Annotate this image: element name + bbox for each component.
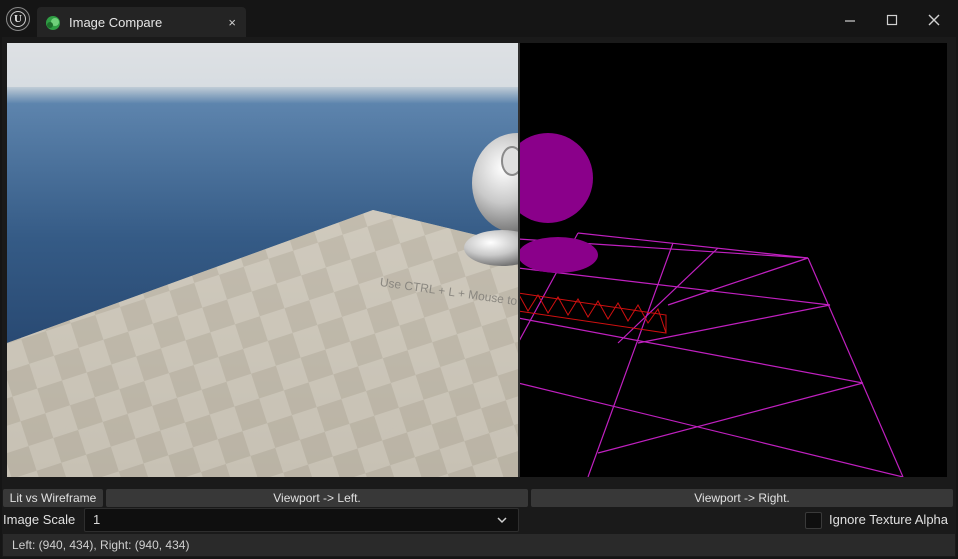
tab-image-compare[interactable]: Image Compare × xyxy=(37,7,246,38)
maximize-button[interactable] xyxy=(877,8,907,32)
minimize-icon xyxy=(845,20,855,22)
left-lit-image xyxy=(7,43,518,477)
close-window-button[interactable] xyxy=(919,8,949,32)
maximize-icon xyxy=(886,14,898,26)
chevron-down-icon xyxy=(497,517,507,524)
logo-glyph: U xyxy=(14,13,22,25)
image-scale-value: 1 xyxy=(93,512,101,527)
unreal-logo-icon[interactable]: U xyxy=(6,7,30,31)
ignore-texture-alpha-checkbox[interactable] xyxy=(805,512,822,529)
compare-buttons-row: Lit vs Wireframe Viewport -> Left. Viewp… xyxy=(0,489,958,507)
right-wireframe-image xyxy=(518,43,947,477)
viewport-right-button[interactable]: Viewport -> Right. xyxy=(531,489,953,507)
status-bar: Left: (940, 434), Right: (940, 434) xyxy=(3,534,955,556)
compare-divider[interactable] xyxy=(518,43,520,477)
tab-title: Image Compare xyxy=(69,15,163,30)
status-text: Left: (940, 434), Right: (940, 434) xyxy=(12,538,190,552)
viewport-left-button[interactable]: Viewport -> Left. xyxy=(106,489,528,507)
image-scale-row: Image Scale 1 Ignore Texture Alpha xyxy=(0,508,958,532)
image-compare-viewport[interactable]: Use CTRL + L + Mouse to xyxy=(7,43,947,477)
minimize-button[interactable] xyxy=(835,8,865,32)
image-scale-label: Image Scale xyxy=(3,512,76,527)
ignore-texture-alpha-label: Ignore Texture Alpha xyxy=(829,512,949,527)
image-compare-icon xyxy=(46,16,60,30)
tab-close-icon[interactable]: × xyxy=(228,7,236,38)
image-scale-dropdown[interactable]: 1 xyxy=(84,508,519,532)
title-bar: U Image Compare × xyxy=(0,0,958,42)
close-icon xyxy=(928,14,940,26)
lit-vs-wireframe-button[interactable]: Lit vs Wireframe xyxy=(3,489,103,507)
